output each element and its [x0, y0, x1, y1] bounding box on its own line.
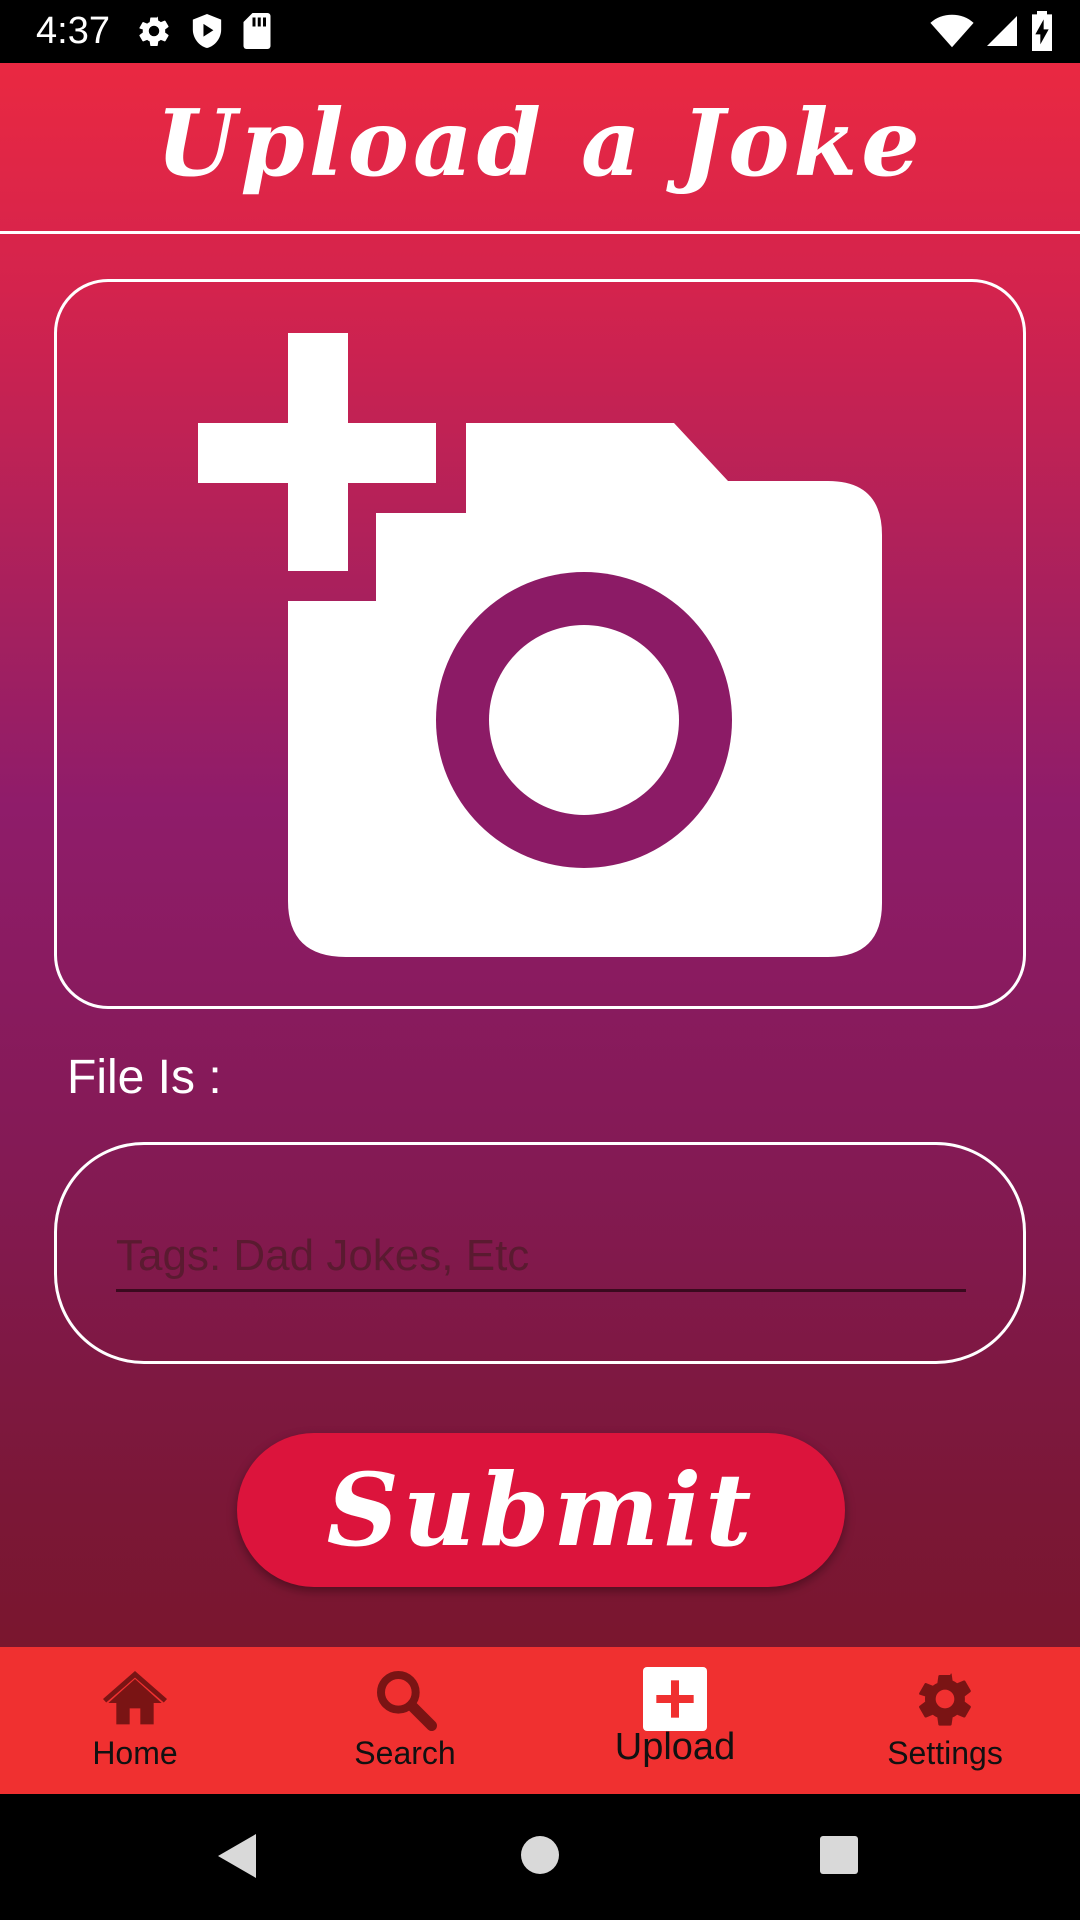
- home-icon: [103, 1667, 167, 1731]
- home-circle-icon[interactable]: [519, 1834, 561, 1876]
- cell-signal-icon: [987, 16, 1017, 46]
- status-icons-right: [930, 10, 1054, 52]
- battery-charging-icon: [1032, 11, 1052, 51]
- nav-item-home[interactable]: Home: [0, 1647, 270, 1794]
- tags-input[interactable]: [116, 1222, 966, 1292]
- nav-item-settings[interactable]: Settings: [810, 1647, 1080, 1794]
- header: Upload a Joke: [0, 63, 1080, 231]
- recents-square-icon[interactable]: [818, 1834, 860, 1876]
- status-bar: 4:37: [0, 0, 1080, 63]
- file-label: File Is :: [67, 1051, 222, 1104]
- upload-joke-screen: 4:37 Upload a Joke File Is: Tags: Dad J…: [0, 0, 1080, 1920]
- submit-button[interactable]: Submit: [237, 1433, 845, 1587]
- wifi-icon: [930, 14, 974, 48]
- header-divider: [0, 231, 1080, 234]
- status-icons-left: [136, 10, 272, 52]
- system-nav-bar: [0, 1794, 1080, 1920]
- nav-label-upload: Upload: [614, 1726, 736, 1768]
- add-a-photo-icon[interactable]: [198, 333, 884, 958]
- nav-item-search[interactable]: Search: [270, 1647, 540, 1794]
- shield-play-icon: [192, 14, 222, 48]
- settings-notification-icon: [139, 16, 169, 46]
- add-box-icon: [643, 1667, 707, 1731]
- nav-label-home: Home: [92, 1735, 178, 1771]
- search-icon: [373, 1667, 437, 1731]
- back-icon[interactable]: [216, 1832, 258, 1880]
- sd-card-icon: [243, 13, 271, 49]
- gear-icon: [913, 1667, 977, 1731]
- nav-label-search: Search: [354, 1735, 456, 1771]
- bottom-nav: Home Search Upload Settings: [0, 1647, 1080, 1794]
- page-title: Upload a Joke: [156, 89, 924, 197]
- nav-item-upload[interactable]: Upload: [540, 1647, 810, 1794]
- status-time: 4:37: [36, 10, 110, 52]
- nav-label-settings: Settings: [887, 1735, 1003, 1771]
